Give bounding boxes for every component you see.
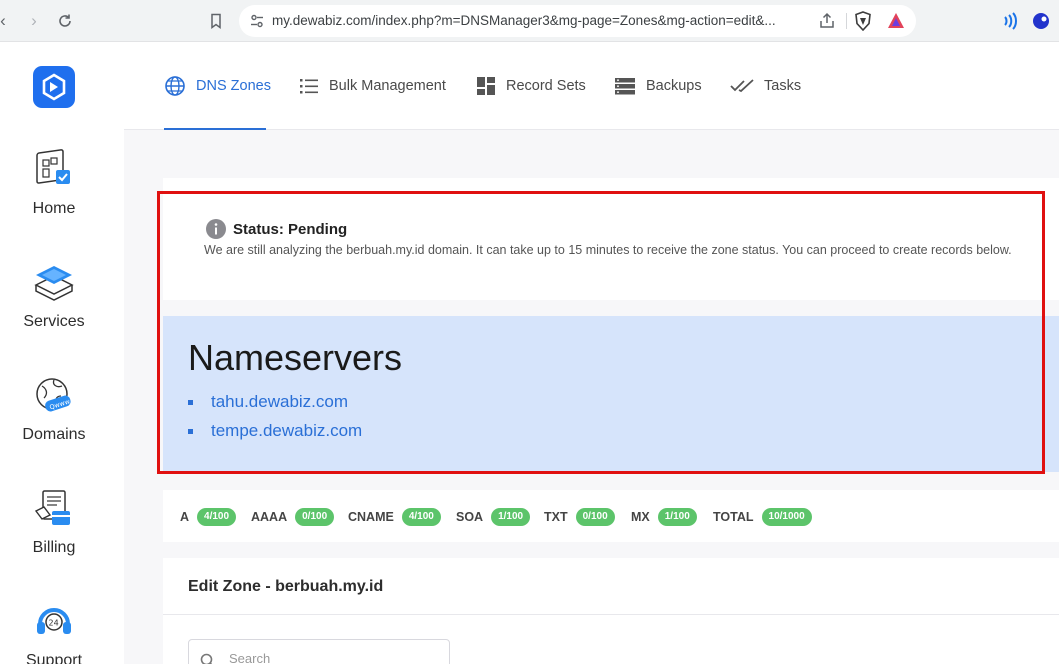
svg-text:24: 24 (49, 619, 59, 628)
nameserver-item: tahu.dewabiz.com (188, 392, 348, 412)
search-icon (200, 653, 213, 664)
nameservers-title: Nameservers (188, 337, 403, 378)
billing-icon (34, 490, 70, 525)
count-badge: 0/100 (575, 508, 615, 526)
sidebar-item-label: Home (32, 200, 76, 217)
backups-icon (615, 78, 635, 95)
count-badge: 0/100 (295, 508, 335, 526)
sidebar-item-label: Billing (32, 539, 76, 556)
url-text[interactable]: my.dewabiz.com/index.php?m=DNSManager3&m… (272, 13, 776, 28)
record-type: AAAA (251, 510, 288, 524)
record-count-cname: CNAME 4/100 (348, 508, 441, 526)
extension-icon[interactable] (1031, 11, 1051, 31)
share-icon[interactable] (818, 12, 836, 30)
domains-icon: Qwww (36, 378, 72, 412)
tab-label: Tasks (764, 78, 802, 94)
sidebar-item-label: Support (25, 652, 83, 664)
edit-zone-title: Edit Zone - berbuah.my.id (188, 578, 384, 595)
sidebar: Home Services Qwww Domains Billing 24 Su… (0, 42, 124, 664)
record-count-txt: TXT 0/100 (544, 508, 615, 526)
reload-icon[interactable] (54, 10, 76, 32)
status-card: Status: Pending We are still analyzing t… (163, 178, 1059, 300)
sidebar-item-label: Services (23, 313, 85, 330)
tab-backups[interactable]: Backups (614, 42, 702, 130)
info-icon (206, 219, 226, 239)
site-settings-icon[interactable] (249, 13, 265, 29)
record-type: TXT (544, 510, 568, 524)
support-icon: 24 (37, 608, 71, 634)
count-badge: 10/1000 (761, 508, 812, 526)
record-counts-bar: A 4/100 AAAA 0/100 CNAME 4/100 SOA 1/100… (163, 490, 1059, 542)
tab-label: DNS Zones (196, 78, 271, 94)
nameserver-text[interactable]: tahu.dewabiz.com (211, 392, 348, 412)
count-badge: 4/100 (197, 508, 237, 526)
home-icon (36, 149, 70, 184)
brand-logo[interactable] (33, 66, 75, 108)
address-bar[interactable]: my.dewabiz.com/index.php?m=DNSManager3&m… (239, 5, 916, 37)
nameservers-panel: Nameservers tahu.dewabiz.com tempe.dewab… (163, 316, 1059, 472)
record-type: SOA (456, 510, 484, 524)
tab-label: Bulk Management (329, 78, 446, 94)
status-title: Status: Pending (233, 221, 348, 238)
search-input[interactable] (229, 651, 429, 664)
tab-record-sets[interactable]: Record Sets (476, 42, 586, 130)
brave-shields-icon[interactable] (854, 11, 872, 31)
back-icon[interactable]: ‹ (0, 10, 14, 32)
tab-label: Record Sets (506, 78, 586, 94)
tab-tasks[interactable]: Tasks (730, 42, 801, 130)
tab-bulk-management[interactable]: Bulk Management (299, 42, 446, 130)
sidebar-item-home[interactable]: Home (0, 148, 108, 238)
services-icon (34, 266, 74, 301)
count-badge: 1/100 (657, 508, 697, 526)
globe-icon (165, 76, 185, 96)
record-type: MX (631, 510, 650, 524)
tab-label: Backups (646, 78, 702, 94)
record-count-mx: MX 1/100 (631, 508, 697, 526)
tab-bar: DNS Zones Bulk Management Record Sets Ba… (124, 42, 1059, 130)
record-type: CNAME (348, 510, 394, 524)
browser-toolbar: ‹ › my.dewabiz.com/index.php?m=DNSManage… (0, 0, 1059, 42)
brave-rewards-icon[interactable] (886, 11, 906, 31)
bullet (188, 428, 193, 434)
active-tab-indicator (164, 128, 266, 130)
search-box[interactable] (188, 639, 450, 664)
bullet (188, 399, 193, 405)
sidebar-item-label: Domains (22, 426, 86, 443)
record-count-aaaa: AAAA 0/100 (251, 508, 335, 526)
record-type: TOTAL (713, 510, 754, 524)
record-type: A (180, 510, 190, 524)
grid-icon (477, 77, 495, 95)
sidebar-item-billing[interactable]: Billing (0, 487, 108, 577)
list-icon (300, 79, 318, 94)
forward-icon[interactable]: › (23, 10, 45, 32)
tab-dns-zones[interactable]: DNS Zones (164, 42, 271, 130)
count-badge: 1/100 (491, 508, 531, 526)
nameserver-text[interactable]: tempe.dewabiz.com (211, 421, 362, 441)
sidebar-item-domains[interactable]: Qwww Domains (0, 374, 108, 464)
record-count-total: TOTAL 10/1000 (713, 508, 812, 526)
sidebar-item-services[interactable]: Services (0, 261, 108, 351)
wallet-icon[interactable] (1000, 11, 1020, 31)
tasks-icon (730, 79, 754, 93)
count-badge: 4/100 (401, 508, 441, 526)
divider (846, 13, 847, 29)
divider (163, 614, 1059, 615)
sidebar-item-support[interactable]: 24 Support (0, 600, 108, 664)
record-count-soa: SOA 1/100 (456, 508, 531, 526)
edit-zone-card: Edit Zone - berbuah.my.id (163, 558, 1059, 664)
record-count-a: A 4/100 (180, 508, 237, 526)
status-message: We are still analyzing the berbuah.my.id… (204, 243, 1012, 257)
bookmark-icon[interactable] (205, 10, 227, 32)
nameserver-item: tempe.dewabiz.com (188, 421, 362, 441)
